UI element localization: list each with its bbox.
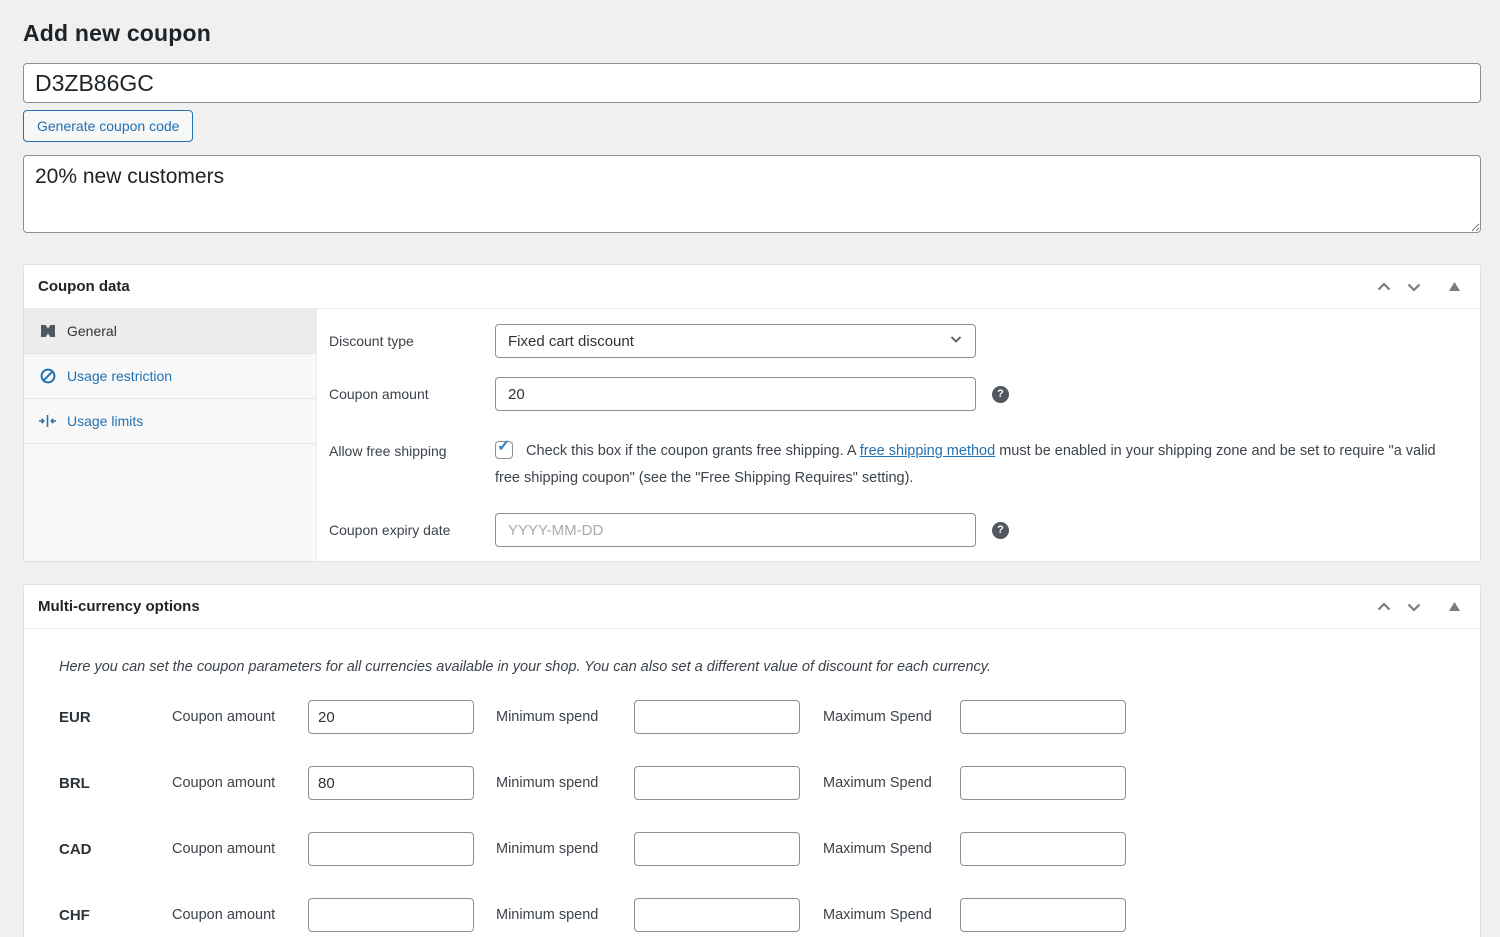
coupon-description-textarea[interactable]: 20% new customers: [23, 155, 1481, 233]
compress-arrows-icon: [39, 413, 56, 430]
move-up-icon[interactable]: [1372, 595, 1396, 619]
currency-row-brl: BRL Coupon amount Minimum spend Maximum …: [59, 766, 1466, 800]
currency-row-chf: CHF Coupon amount Minimum spend Maximum …: [59, 898, 1466, 932]
maximum-spend-label: Maximum Spend: [823, 907, 960, 923]
eur-maximum-spend-input[interactable]: [960, 700, 1126, 734]
discount-type-row: Discount type Fixed cart discount: [329, 324, 1466, 358]
currency-code: EUR: [59, 709, 172, 726]
page-title: Add new coupon: [23, 18, 1481, 49]
metabox-handle-actions: [1372, 275, 1466, 299]
minimum-spend-label: Minimum spend: [496, 709, 634, 725]
tab-usage-restriction[interactable]: Usage restriction: [24, 354, 316, 399]
coupon-data-title: Coupon data: [38, 278, 1372, 295]
chf-coupon-amount-input[interactable]: [308, 898, 474, 932]
discount-type-select[interactable]: Fixed cart discount: [495, 324, 976, 358]
chevron-down-icon: [949, 332, 963, 350]
coupon-amount-label: Coupon amount: [329, 386, 495, 402]
currency-code: BRL: [59, 775, 172, 792]
add-coupon-page: Add new coupon Generate coupon code 20% …: [23, 0, 1481, 937]
ticket-icon: [39, 323, 56, 340]
free-shipping-checkbox[interactable]: [495, 441, 513, 459]
cad-minimum-spend-input[interactable]: [634, 832, 800, 866]
generate-coupon-code-button[interactable]: Generate coupon code: [23, 110, 193, 142]
tab-usage-restriction-label: Usage restriction: [67, 368, 172, 384]
move-down-icon[interactable]: [1402, 595, 1426, 619]
brl-minimum-spend-input[interactable]: [634, 766, 800, 800]
move-up-icon[interactable]: [1372, 275, 1396, 299]
tab-usage-limits-label: Usage limits: [67, 413, 143, 429]
tab-general[interactable]: General: [24, 309, 316, 354]
currency-code: CAD: [59, 841, 172, 858]
coupon-amount-input[interactable]: [495, 377, 976, 411]
eur-coupon-amount-input[interactable]: [308, 700, 474, 734]
coupon-data-header: Coupon data: [24, 265, 1480, 309]
coupon-data-metabox: Coupon data General: [23, 264, 1481, 562]
multi-currency-header: Multi-currency options: [24, 585, 1480, 629]
coupon-amount-label: Coupon amount: [172, 775, 308, 791]
multi-currency-description: Here you can set the coupon parameters f…: [59, 659, 1466, 675]
discount-type-label: Discount type: [329, 333, 495, 349]
expiry-date-label: Coupon expiry date: [329, 522, 495, 538]
coupon-data-body: General Usage restriction Usage limits: [24, 309, 1480, 561]
coupon-amount-row: Coupon amount ?: [329, 377, 1466, 411]
multi-currency-body: Here you can set the coupon parameters f…: [24, 629, 1480, 937]
maximum-spend-label: Maximum Spend: [823, 841, 960, 857]
multi-currency-metabox: Multi-currency options Here you can set …: [23, 584, 1481, 937]
no-entry-icon: [39, 368, 56, 385]
minimum-spend-label: Minimum spend: [496, 907, 634, 923]
expiry-date-row: Coupon expiry date ?: [329, 513, 1466, 547]
coupon-data-tabs: General Usage restriction Usage limits: [24, 309, 317, 561]
free-shipping-description: Check this box if the coupon grants free…: [495, 438, 1445, 492]
chf-maximum-spend-input[interactable]: [960, 898, 1126, 932]
chf-minimum-spend-input[interactable]: [634, 898, 800, 932]
maximum-spend-label: Maximum Spend: [823, 709, 960, 725]
currency-row-cad: CAD Coupon amount Minimum spend Maximum …: [59, 832, 1466, 866]
free-shipping-label: Allow free shipping: [329, 438, 495, 459]
discount-type-value: Fixed cart discount: [508, 333, 634, 350]
free-shipping-row: Allow free shipping Check this box if th…: [329, 438, 1466, 492]
minimum-spend-label: Minimum spend: [496, 775, 634, 791]
eur-minimum-spend-input[interactable]: [634, 700, 800, 734]
cad-coupon-amount-input[interactable]: [308, 832, 474, 866]
help-icon[interactable]: ?: [992, 386, 1009, 403]
brl-maximum-spend-input[interactable]: [960, 766, 1126, 800]
help-icon[interactable]: ?: [992, 522, 1009, 539]
general-panel: Discount type Fixed cart discount Coupon…: [317, 309, 1480, 561]
expiry-date-input[interactable]: [495, 513, 976, 547]
collapse-toggle-icon[interactable]: [1442, 595, 1466, 619]
coupon-amount-label: Coupon amount: [172, 709, 308, 725]
currency-code: CHF: [59, 907, 172, 924]
cad-maximum-spend-input[interactable]: [960, 832, 1126, 866]
collapse-toggle-icon[interactable]: [1442, 275, 1466, 299]
maximum-spend-label: Maximum Spend: [823, 775, 960, 791]
coupon-amount-label: Coupon amount: [172, 841, 308, 857]
free-shipping-method-link[interactable]: free shipping method: [860, 443, 995, 459]
coupon-amount-label: Coupon amount: [172, 907, 308, 923]
currency-row-eur: EUR Coupon amount Minimum spend Maximum …: [59, 700, 1466, 734]
multi-currency-title: Multi-currency options: [38, 598, 1372, 615]
tab-general-label: General: [67, 323, 117, 339]
free-shipping-text-1: Check this box if the coupon grants free…: [526, 443, 860, 459]
brl-coupon-amount-input[interactable]: [308, 766, 474, 800]
metabox-handle-actions: [1372, 595, 1466, 619]
move-down-icon[interactable]: [1402, 275, 1426, 299]
minimum-spend-label: Minimum spend: [496, 841, 634, 857]
tab-usage-limits[interactable]: Usage limits: [24, 399, 316, 444]
coupon-code-input[interactable]: [23, 63, 1481, 103]
